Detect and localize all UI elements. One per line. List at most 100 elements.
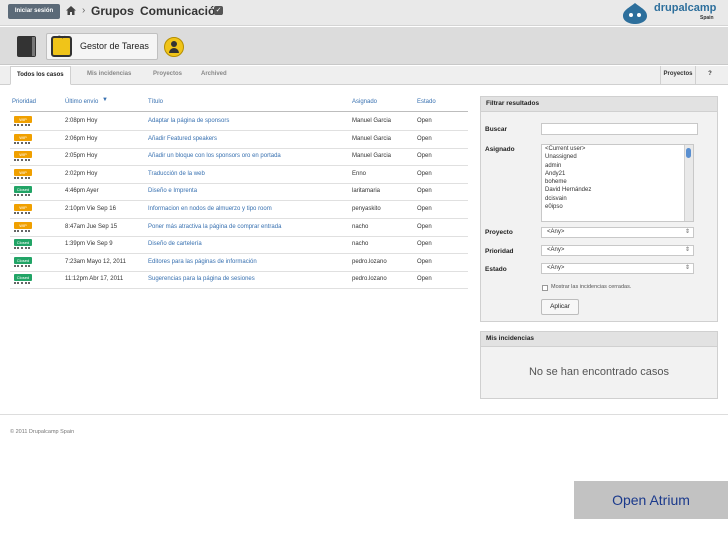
brand-text: Open Atrium (612, 492, 690, 508)
column-priority[interactable]: Prioridad (12, 99, 36, 105)
state-cell: Open (417, 258, 432, 265)
footer-text: © 2011 Drupalcamp Spain (10, 429, 75, 435)
state-label: Estado (485, 266, 507, 273)
assigned-option[interactable]: dcisvain (542, 195, 693, 203)
assigned-cell: pedro.lozano (352, 258, 387, 265)
show-closed-checkbox[interactable] (542, 285, 548, 291)
priority-badge: Closed (14, 274, 32, 282)
assigned-listbox[interactable]: <Current user> Unassigned admin Andy21 b… (541, 144, 694, 222)
priority-bars-icon (14, 264, 30, 268)
search-input[interactable] (541, 123, 698, 135)
priority-select-value: <Any> (547, 247, 565, 253)
priority-bars-icon (14, 247, 30, 250)
assigned-option[interactable]: e0ipso (542, 203, 693, 211)
breadcrumb-separator-icon: › (131, 5, 135, 16)
column-last-post[interactable]: Último envío (65, 99, 98, 105)
login-button[interactable]: Iniciar sesión (8, 4, 60, 19)
assigned-cell: Manuel Garcia (352, 118, 392, 124)
show-closed-label[interactable]: Mostrar las incidencias cerradas. (551, 284, 631, 290)
state-cell: Open (417, 135, 432, 142)
state-cell: Open (417, 188, 432, 195)
column-title[interactable]: Título (148, 99, 163, 105)
case-title-link[interactable]: Poner más atractiva la página de comprar… (148, 224, 281, 230)
column-assigned[interactable]: Asignado (352, 99, 377, 105)
last-post-cell: 4:46pm Ayer (65, 188, 99, 195)
column-state[interactable]: Estado (417, 99, 436, 105)
state-cell: Open (417, 276, 432, 283)
sort-desc-icon[interactable]: ▼ (102, 97, 108, 103)
assigned-cell: laritamaria (352, 188, 381, 195)
tab-projects[interactable]: Proyectos (147, 66, 188, 85)
assigned-option[interactable]: Unassigned (542, 153, 693, 161)
assigned-cell: nacho (352, 223, 369, 230)
breadcrumb-groups[interactable]: Grupos (91, 4, 134, 18)
project-select-value: <Any> (547, 229, 565, 235)
assigned-label: Asignado (485, 146, 515, 153)
case-title-link[interactable]: Diseño e Imprenta (148, 188, 197, 194)
priority-bars-icon (14, 124, 30, 127)
last-post-cell: 11:12pm Abr 17, 2011 (65, 276, 124, 283)
assigned-option[interactable]: <Current user> (542, 145, 693, 153)
check-icon: ✓ (214, 6, 223, 15)
case-title-link[interactable]: Añadir Featured speakers (148, 136, 217, 142)
case-title-link[interactable]: Informacion en nodos de almuerzo y tipo … (148, 206, 272, 212)
state-cell: Open (417, 223, 432, 230)
search-label: Buscar (485, 126, 508, 133)
help-button[interactable]: ? (703, 66, 717, 84)
priority-badge: WIP (14, 204, 32, 211)
priority-select[interactable]: <Any> ⇕ (541, 245, 694, 256)
select-arrow-icon: ⇕ (684, 229, 690, 235)
state-cell: Open (417, 241, 432, 248)
last-post-cell: 2:02pm Hoy (65, 170, 98, 177)
book-icon[interactable] (17, 36, 36, 57)
state-cell: Open (417, 206, 432, 212)
state-select-value: <Any> (547, 265, 565, 271)
filter-panel-title: Filtrar resultados (480, 96, 718, 112)
breadcrumb-current[interactable]: Comunicación (140, 4, 223, 18)
task-manager-icon (51, 36, 72, 57)
priority-badge: WIP (14, 133, 32, 141)
last-post-cell: 7:23am Mayo 12, 2011 (65, 258, 126, 265)
assigned-option[interactable]: boheme (542, 178, 693, 186)
assigned-option[interactable]: David Hernández (542, 186, 693, 194)
case-title-link[interactable]: Sugerencias para la página de sesiones (148, 276, 255, 282)
space-title: Gestor de Tareas (80, 41, 149, 51)
home-icon[interactable] (66, 6, 76, 15)
projects-button[interactable]: Proyectos (660, 66, 696, 84)
assigned-option[interactable]: Andy21 (542, 170, 693, 178)
apply-button[interactable]: Aplicar (541, 299, 579, 315)
priority-bars-icon (14, 212, 30, 215)
user-icon[interactable] (164, 37, 184, 57)
case-title-link[interactable]: Adaptar la página de sponsors (148, 118, 229, 124)
listbox-scroll-thumb[interactable] (686, 148, 691, 158)
priority-bars-icon (14, 159, 30, 162)
state-cell: Open (417, 153, 432, 160)
case-title-link[interactable]: Diseño de cartelería (148, 241, 202, 247)
case-title-link[interactable]: Traducción de la web (148, 171, 205, 177)
my-issues-title: Mis incidencias (480, 331, 718, 347)
priority-bars-icon (14, 282, 30, 285)
priority-bars-icon (14, 229, 30, 233)
priority-badge: WIP (14, 168, 32, 176)
case-title-link[interactable]: Añadir un bloque con los sponsors oro en… (148, 153, 281, 159)
select-arrow-icon: ⇕ (684, 247, 690, 253)
assigned-cell: pedro.lozano (352, 276, 387, 283)
state-select[interactable]: <Any> ⇕ (541, 263, 694, 274)
tab-archived[interactable]: Archived (195, 66, 233, 85)
assigned-option[interactable]: admin (542, 162, 693, 170)
tab-all-cases[interactable]: Todos los casos (10, 66, 71, 85)
project-label: Proyecto (485, 229, 513, 236)
priority-badge: Closed (14, 239, 32, 247)
project-select[interactable]: <Any> ⇕ (541, 227, 694, 238)
logo-subtitle: Spain (700, 15, 714, 21)
priority-badge: WIP (14, 221, 32, 229)
last-post-cell: 2:08pm Hoy (65, 118, 98, 124)
state-cell: Open (417, 118, 432, 124)
case-title-link[interactable]: Editores para las páginas de información (148, 259, 257, 265)
last-post-cell: 8:47am Jue Sep 15 (65, 223, 118, 230)
priority-bars-icon (14, 176, 30, 180)
priority-badge: Closed (14, 256, 32, 264)
space-topic-label: Topic (58, 34, 68, 39)
tab-my-issues[interactable]: Mis incidencias (81, 66, 137, 85)
priority-badge: Closed (14, 186, 32, 194)
